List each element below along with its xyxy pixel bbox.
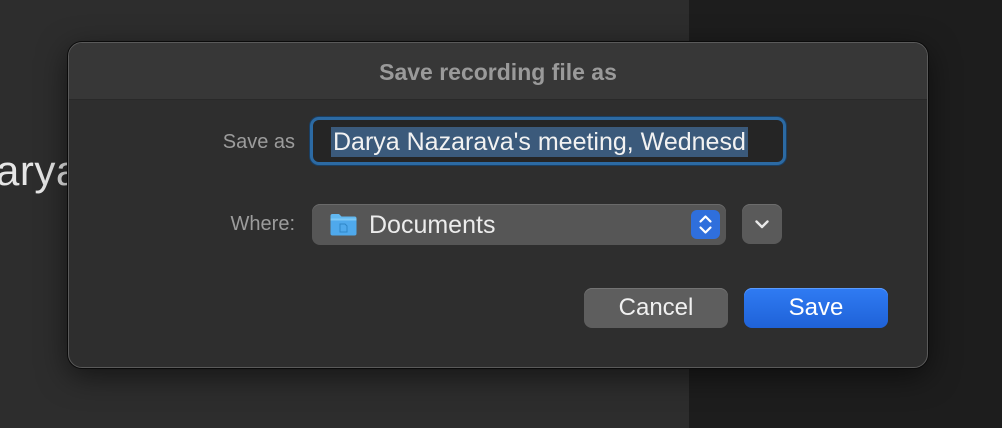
location-value: Documents bbox=[369, 211, 496, 239]
location-select[interactable]: Documents bbox=[312, 204, 726, 245]
save-dialog: Save recording file as Save as Darya Naz… bbox=[68, 42, 928, 368]
folder-icon bbox=[330, 214, 357, 236]
where-label: Where: bbox=[230, 213, 295, 235]
save-button[interactable]: Save bbox=[744, 288, 888, 328]
dialog-title-bar: Save recording file as bbox=[69, 43, 927, 100]
up-down-chevron-icon bbox=[699, 215, 712, 234]
dialog-title: Save recording file as bbox=[379, 58, 617, 85]
chevron-down-icon bbox=[755, 220, 769, 229]
location-stepper[interactable] bbox=[691, 210, 720, 239]
save-as-label: Save as bbox=[222, 131, 295, 153]
filename-text: Darya Nazarava's meeting, Wednesd bbox=[331, 127, 748, 157]
cancel-button[interactable]: Cancel bbox=[584, 288, 728, 328]
filename-input[interactable]: Darya Nazarava's meeting, Wednesd bbox=[310, 117, 786, 165]
expand-dialog-button[interactable] bbox=[742, 204, 782, 244]
